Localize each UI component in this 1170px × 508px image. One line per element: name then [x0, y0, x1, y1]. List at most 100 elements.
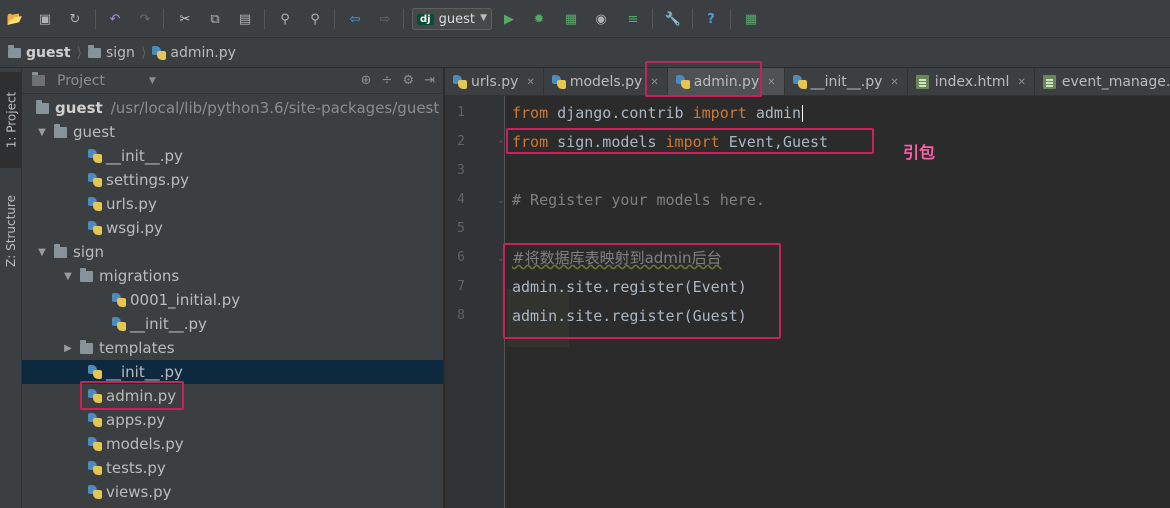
chevron-down-icon[interactable]: ▼ — [36, 127, 48, 138]
html-file-icon — [915, 75, 929, 89]
run-configuration-select[interactable]: dj guest ▼ — [412, 8, 492, 30]
tab-admin-py[interactable]: admin.py ✕ — [667, 68, 785, 95]
undo-icon[interactable]: ↶ — [106, 10, 124, 28]
close-icon[interactable]: ✕ — [650, 77, 658, 88]
tab-init-py[interactable]: __init__.py ✕ — [785, 68, 908, 95]
python-file-icon — [88, 221, 102, 235]
python-file-icon — [88, 149, 102, 163]
python-file-icon — [152, 45, 167, 60]
folder-icon — [54, 243, 67, 258]
tree-file[interactable]: __init__.py — [22, 312, 443, 336]
django-badge: dj — [417, 13, 434, 25]
replace-icon[interactable]: ⚲ — [306, 10, 324, 28]
code-line-4: # Register your models here. — [512, 191, 765, 209]
settings-icon[interactable]: 🔧 — [664, 10, 682, 28]
tab-structure-tool[interactable]: Z: Structure — [0, 176, 22, 286]
help-icon[interactable]: ? — [702, 10, 720, 28]
tree-file[interactable]: models.py — [22, 432, 443, 456]
chevron-right-icon[interactable]: ▶ — [62, 343, 74, 354]
chevron-down-icon[interactable]: ▼ — [149, 76, 156, 86]
gear-icon[interactable]: ⚙ — [402, 73, 414, 88]
tab-models-py[interactable]: models.py ✕ — [544, 68, 668, 95]
project-view-title[interactable]: Project — [57, 73, 105, 89]
line-number: 4 — [457, 192, 465, 207]
line-number: 6 — [457, 250, 465, 265]
line-number: 8 — [457, 308, 465, 323]
tree-file[interactable]: wsgi.py — [22, 216, 443, 240]
tree-folder-migrations[interactable]: ▼ migrations — [22, 264, 443, 288]
tree-folder-templates[interactable]: ▶ templates — [22, 336, 443, 360]
tree-folder-sign[interactable]: ▼ sign — [22, 240, 443, 264]
project-view-icon — [32, 72, 45, 86]
tree-file-admin[interactable]: admin.py — [22, 384, 443, 408]
python-file-icon — [88, 485, 102, 499]
back-icon[interactable]: ⇦ — [346, 10, 364, 28]
breadcrumb-separator: ⟩ — [140, 44, 147, 61]
code-line-6: #将数据库表映射到admin后台 — [512, 249, 722, 267]
hide-icon[interactable]: ⇥ — [424, 73, 435, 88]
save-icon[interactable]: ▣ — [36, 10, 54, 28]
breadcrumb: guest ⟩ sign ⟩ admin.py — [0, 38, 1170, 68]
run-manage-icon[interactable]: ≡ — [624, 10, 642, 28]
code-line-7: admin.site.register(Event) — [512, 278, 747, 296]
python-file-icon — [453, 75, 467, 89]
project-panel-header: Project ▼ ⊕ ÷ ⚙ ⇥ — [22, 68, 443, 94]
close-icon[interactable]: ✕ — [890, 77, 898, 88]
python-file-icon — [112, 317, 126, 331]
redo-icon[interactable]: ↷ — [136, 10, 154, 28]
fold-icon[interactable]: ⌃ — [497, 140, 505, 150]
tree-file-selected[interactable]: __init__.py — [22, 360, 443, 384]
tree-file[interactable]: 0001_initial.py — [22, 288, 443, 312]
python-file-icon — [88, 365, 102, 379]
close-icon[interactable]: ✕ — [767, 77, 775, 88]
tree-folder-guest[interactable]: ▼ guest — [22, 120, 443, 144]
coverage-icon[interactable]: ▦ — [562, 10, 580, 28]
sync-icon[interactable]: ↻ — [66, 10, 84, 28]
chevron-down-icon[interactable]: ▼ — [36, 247, 48, 258]
tree-file[interactable]: __init__.py — [22, 144, 443, 168]
python-file-icon — [792, 75, 807, 89]
breadcrumb-item-guest[interactable]: guest — [8, 44, 71, 61]
fold-icon[interactable]: ⌄ — [497, 254, 505, 264]
run-icon[interactable]: ▶ — [500, 10, 518, 28]
chevron-down-icon[interactable]: ▼ — [62, 271, 74, 282]
breadcrumb-separator: ⟩ — [76, 44, 82, 61]
root-path: /usr/local/lib/python3.6/site-packages/g… — [110, 99, 440, 117]
tree-file[interactable]: settings.py — [22, 168, 443, 192]
tree-file[interactable]: urls.py — [22, 192, 443, 216]
vcs-icon[interactable]: ▦ — [742, 10, 760, 28]
tab-project-tool[interactable]: 1: Project — [0, 72, 22, 168]
forward-icon[interactable]: ⇨ — [376, 10, 394, 28]
folder-icon — [54, 123, 67, 138]
editor-gutter: 1 2 3 4 5 6 7 8 ⌃ ⌄ ⌄ — [445, 96, 505, 508]
code-editor[interactable]: 1 2 3 4 5 6 7 8 ⌃ ⌄ ⌄ from django.contri… — [445, 96, 1170, 508]
html-file-icon — [1042, 75, 1056, 89]
cut-icon[interactable]: ✂ — [176, 10, 194, 28]
tree-root-guest[interactable]: guest /usr/local/lib/python3.6/site-pack… — [22, 96, 443, 120]
line-number: 1 — [457, 105, 465, 120]
tab-event-manage-html[interactable]: event_manage.html ✕ — [1035, 68, 1170, 95]
annotation-note: 引包 — [903, 143, 936, 162]
profile-icon[interactable]: ◉ — [592, 10, 610, 28]
tab-urls-py[interactable]: urls.py ✕ — [445, 68, 544, 95]
locate-icon[interactable]: ⊕ — [361, 73, 372, 88]
collapse-icon[interactable]: ÷ — [382, 73, 393, 88]
tree-file[interactable]: apps.py — [22, 408, 443, 432]
debug-icon[interactable]: ✹ — [530, 10, 548, 28]
open-folder-icon[interactable]: 📂 — [6, 10, 24, 28]
find-icon[interactable]: ⚲ — [276, 10, 294, 28]
python-file-icon — [88, 413, 102, 427]
run-configuration-label: guest — [438, 11, 475, 27]
breadcrumb-item-sign[interactable]: sign — [87, 44, 135, 61]
close-icon[interactable]: ✕ — [526, 77, 534, 88]
python-file-icon — [551, 75, 566, 89]
copy-icon[interactable]: ⧉ — [206, 10, 224, 28]
paste-icon[interactable]: ▤ — [236, 10, 254, 28]
breadcrumb-item-admin-py[interactable]: admin.py — [152, 45, 236, 61]
fold-icon[interactable]: ⌄ — [497, 196, 505, 206]
tree-file[interactable]: views.py — [22, 480, 443, 504]
chevron-down-icon: ▼ — [480, 13, 487, 23]
close-icon[interactable]: ✕ — [1017, 77, 1025, 88]
tab-index-html[interactable]: index.html ✕ — [908, 68, 1035, 95]
tree-file[interactable]: tests.py — [22, 456, 443, 480]
